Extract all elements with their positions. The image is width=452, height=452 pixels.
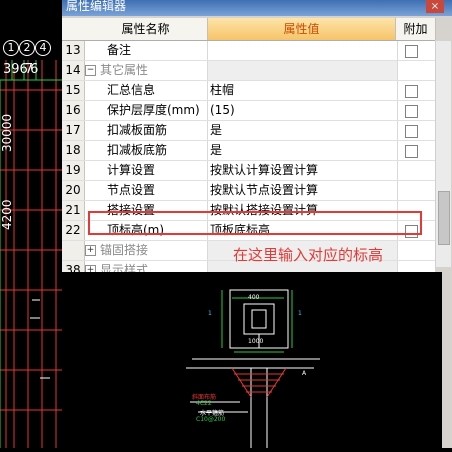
table-row[interactable]: 15 汇总信息 柱帽 xyxy=(62,81,435,101)
attach-checkbox[interactable] xyxy=(405,125,418,138)
title-bar[interactable]: 属性编辑器 × xyxy=(62,0,452,16)
row-number: 15 xyxy=(62,81,85,100)
property-group-label: 其它属性 xyxy=(100,63,149,77)
row-number: 22 xyxy=(62,221,85,240)
property-value[interactable]: 是 xyxy=(208,121,398,140)
property-name: 计算设置 xyxy=(85,161,208,180)
header-extra[interactable]: 附加 xyxy=(396,18,436,40)
attach-checkbox[interactable] xyxy=(405,85,418,98)
property-name: 保护层厚度(mm) xyxy=(85,101,208,120)
attach-checkbox[interactable] xyxy=(405,145,418,158)
property-value[interactable]: 柱帽 xyxy=(208,81,398,100)
property-label: 节点设置 xyxy=(107,183,156,197)
table-row[interactable]: 14− 其它属性 xyxy=(62,61,435,81)
row-number: 14 xyxy=(62,61,85,80)
vertical-dimension-b: 4200 xyxy=(0,199,14,230)
property-value[interactable]: 按默认节点设置计算 xyxy=(208,181,398,200)
property-name: − 其它属性 xyxy=(85,61,208,80)
dim-right-label: 1 xyxy=(298,310,302,317)
window-title: 属性编辑器 xyxy=(66,0,127,13)
row-number xyxy=(62,241,85,260)
collapse-icon[interactable]: − xyxy=(85,65,96,76)
table-row[interactable]: 18 扣减板底筋 是 xyxy=(62,141,435,161)
property-name: 扣减板面筋 xyxy=(85,121,208,140)
table-row[interactable]: 16 保护层厚度(mm) (15) xyxy=(62,101,435,121)
property-label: 计算设置 xyxy=(107,163,156,177)
table-row[interactable]: 17 扣减板面筋 是 xyxy=(62,121,435,141)
property-label: 保护层厚度(mm) xyxy=(107,103,200,117)
label-a: A xyxy=(302,370,307,377)
attach-checkbox[interactable] xyxy=(405,105,418,118)
property-name: 汇总信息 xyxy=(85,81,208,100)
scroll-thumb[interactable] xyxy=(438,191,450,245)
grid-header: 属性名称 属性值 附加 xyxy=(62,18,436,41)
row-number: 19 xyxy=(62,161,85,180)
property-value[interactable] xyxy=(208,61,398,80)
row-number: 18 xyxy=(62,141,85,160)
top-dimension: 39676 xyxy=(3,62,38,77)
vertical-dimension: 30000 xyxy=(0,113,14,152)
cad-canvas-left[interactable]: 1 2 4 39676 30000 4200 xyxy=(0,0,62,448)
note-rebar-count: 4C22 xyxy=(196,400,212,407)
property-name: 扣减板底筋 xyxy=(85,141,208,160)
row-number: 16 xyxy=(62,101,85,120)
property-label: 汇总信息 xyxy=(107,83,156,97)
header-name[interactable]: 属性名称 xyxy=(84,18,208,40)
expand-icon[interactable]: + xyxy=(85,245,96,256)
property-label: 扣减板面筋 xyxy=(107,123,168,137)
note-hoop-spacing: C10@200 xyxy=(196,416,226,423)
attach-checkbox[interactable] xyxy=(405,45,418,58)
property-value[interactable]: 是 xyxy=(208,141,398,160)
close-button[interactable]: × xyxy=(426,0,444,13)
annotation-text: 在这里输入对应的标高 xyxy=(233,246,384,264)
property-value[interactable]: (15) xyxy=(208,101,398,120)
axis-label-2: 2 xyxy=(19,40,35,56)
axis-label-1: 1 xyxy=(3,40,19,56)
vertical-scrollbar[interactable] xyxy=(435,41,451,267)
row-number: 20 xyxy=(62,181,85,200)
property-group-label: 锚固搭接 xyxy=(100,243,149,257)
property-value[interactable] xyxy=(208,41,398,60)
row-number: 13 xyxy=(62,41,85,60)
highlight-box xyxy=(88,211,422,235)
row-number: 17 xyxy=(62,121,85,140)
header-value[interactable]: 属性值 xyxy=(208,18,396,40)
table-row[interactable]: 13 备注 xyxy=(62,41,435,61)
property-label: 备注 xyxy=(107,43,132,57)
property-value[interactable]: 按默认计算设置计算 xyxy=(208,161,398,180)
preview-diagram: 400 1000 1 1 A 斜面布筋 4C22 水平箍筋 C10@200 xyxy=(62,272,442,448)
property-label: 扣减板底筋 xyxy=(107,143,168,157)
property-name: 备注 xyxy=(85,41,208,60)
property-name: + 锚固搭接 xyxy=(85,241,208,260)
table-row[interactable]: 19 计算设置 按默认计算设置计算 xyxy=(62,161,435,181)
axis-label-4: 4 xyxy=(35,40,51,56)
dim-top-label: 400 xyxy=(248,294,260,301)
property-name: 节点设置 xyxy=(85,181,208,200)
row-number: 21 xyxy=(62,201,85,220)
table-row[interactable]: 20 节点设置 按默认节点设置计算 xyxy=(62,181,435,201)
dim-bottom-label: 1000 xyxy=(248,338,264,345)
dim-left-label: 1 xyxy=(208,310,212,317)
